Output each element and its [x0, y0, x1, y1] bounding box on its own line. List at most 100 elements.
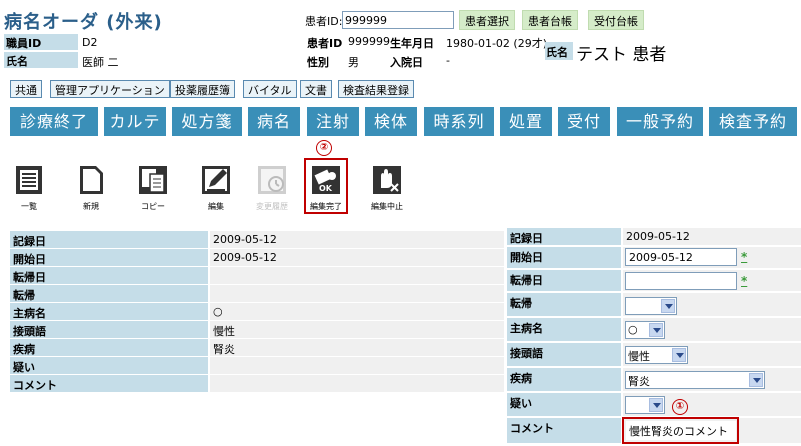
- chevron-down-icon: [649, 323, 663, 337]
- birthdate-value: 1980-01-02 (29才): [446, 37, 548, 50]
- outcome-label: 転帰: [507, 293, 621, 316]
- detail-row: 転帰日: [10, 267, 504, 285]
- specimen-button[interactable]: 検体: [365, 107, 417, 136]
- test-appointment-button[interactable]: 検査予約: [709, 107, 797, 136]
- reception-button[interactable]: 受付: [558, 107, 610, 136]
- outcome-date-input[interactable]: [625, 272, 737, 290]
- patient-ledger-button[interactable]: 患者台帳: [522, 10, 578, 30]
- sex-label: 性別: [307, 56, 329, 69]
- edit-complete-highlight: [304, 158, 348, 214]
- patient-id-label: 患者ID: [307, 37, 343, 50]
- start-date-required-mark: *: [741, 250, 748, 264]
- detail-label: 主病名: [10, 303, 208, 320]
- detail-label: コメント: [10, 375, 208, 392]
- timeline-button[interactable]: 時系列: [424, 107, 494, 136]
- patient-search-label: 患者ID:: [305, 15, 343, 28]
- chevron-down-icon: [649, 398, 663, 412]
- comment-highlight: [622, 417, 739, 444]
- disease-select-value: 腎炎: [628, 375, 650, 388]
- disease-select[interactable]: 腎炎: [625, 371, 765, 389]
- tab-vital[interactable]: バイタル: [243, 80, 297, 98]
- suspect-select[interactable]: [625, 396, 665, 414]
- detail-value: 腎炎: [210, 339, 504, 356]
- page-title: 病名オーダ (外来): [4, 12, 163, 33]
- detail-label: 疾病: [10, 339, 208, 356]
- tab-medication-history[interactable]: 投薬履歴簿: [170, 80, 235, 98]
- main-disease-select-value: ○: [628, 323, 638, 336]
- suspect-label: 疑い: [507, 393, 621, 416]
- history-icon: [255, 163, 289, 197]
- detail-label: 転帰: [10, 285, 208, 302]
- change-history-tool: 変更履歴: [252, 163, 292, 212]
- chart-button[interactable]: カルテ: [104, 107, 166, 136]
- chevron-down-icon: [661, 299, 675, 313]
- list-label: 一覧: [21, 202, 37, 211]
- detail-label: 疑い: [10, 357, 208, 374]
- outcome-select[interactable]: [625, 297, 677, 315]
- new-document-icon: [74, 163, 108, 197]
- new-label: 新規: [83, 202, 99, 211]
- prefix-select[interactable]: 慢性: [625, 346, 688, 364]
- injection-button[interactable]: 注射: [307, 107, 359, 136]
- disease-label: 疾病: [507, 368, 621, 391]
- chevron-down-icon: [672, 348, 686, 362]
- copy-icon: [136, 163, 170, 197]
- detail-row: 開始日 2009-05-12: [10, 249, 504, 267]
- detail-value: 慢性: [210, 321, 504, 338]
- copy-label: コピー: [141, 202, 165, 211]
- patient-select-button[interactable]: 患者選択: [459, 10, 515, 30]
- outcome-date-label: 転帰日: [507, 270, 621, 291]
- tab-documents[interactable]: 文書: [300, 80, 332, 98]
- detail-value: [210, 285, 504, 302]
- edit-tool[interactable]: 編集: [196, 163, 236, 212]
- main-disease-select[interactable]: ○: [625, 321, 665, 339]
- treatment-button[interactable]: 処置: [500, 107, 552, 136]
- birthdate-label: 生年月日: [390, 37, 434, 50]
- outcome-date-required-mark: *: [741, 274, 748, 288]
- edit-cancel-label: 編集中止: [371, 202, 403, 211]
- record-date-label: 記録日: [507, 228, 621, 245]
- record-date-row: 記録日 2009-05-12: [507, 228, 801, 246]
- detail-value: [210, 357, 504, 374]
- detail-row: 疾病 腎炎: [10, 339, 504, 357]
- edit-label: 編集: [208, 202, 224, 211]
- detail-label: 記録日: [10, 231, 208, 248]
- edit-cancel-icon: [370, 163, 404, 197]
- tab-admin-app[interactable]: 管理アプリケーション: [50, 80, 170, 98]
- staff-id-value: D2: [82, 36, 98, 49]
- change-history-label: 変更履歴: [256, 202, 288, 211]
- detail-value: 2009-05-12: [210, 249, 504, 266]
- annotation-1: ①: [672, 399, 688, 415]
- detail-row: コメント: [10, 375, 504, 393]
- reception-ledger-button[interactable]: 受付台帳: [588, 10, 644, 30]
- detail-row: 疑い: [10, 357, 504, 375]
- edit-cancel-tool[interactable]: 編集中止: [367, 163, 407, 212]
- detail-value: [210, 375, 504, 392]
- copy-tool[interactable]: コピー: [133, 163, 173, 212]
- end-consultation-button[interactable]: 診療終了: [10, 107, 98, 136]
- edit-pencil-icon: [199, 163, 233, 197]
- new-tool[interactable]: 新規: [71, 163, 111, 212]
- record-date-value: 2009-05-12: [623, 228, 801, 245]
- detail-row: 主病名 ○: [10, 303, 504, 321]
- start-date-input[interactable]: [625, 248, 737, 266]
- tab-test-results[interactable]: 検査結果登録: [338, 80, 414, 98]
- chevron-down-icon: [749, 373, 763, 387]
- prescription-button[interactable]: 処方箋: [172, 107, 242, 136]
- comment-label: コメント: [507, 418, 621, 443]
- detail-row: 接頭語 慢性: [10, 321, 504, 339]
- detail-value: ○: [210, 303, 504, 320]
- disease-button[interactable]: 病名: [248, 107, 300, 136]
- sex-value: 男: [348, 56, 359, 69]
- general-appointment-button[interactable]: 一般予約: [617, 107, 703, 136]
- patient-id-input[interactable]: [342, 11, 454, 29]
- annotation-2: ②: [316, 140, 332, 156]
- detail-label: 開始日: [10, 249, 208, 266]
- list-tool[interactable]: 一覧: [9, 163, 49, 212]
- detail-row: 転帰: [10, 285, 504, 303]
- detail-value: 2009-05-12: [210, 231, 504, 248]
- tab-common[interactable]: 共通: [10, 80, 42, 98]
- detail-label: 接頭語: [10, 321, 208, 338]
- patient-id-value: 999999: [348, 35, 390, 48]
- staff-name-label: 氏名: [4, 52, 78, 68]
